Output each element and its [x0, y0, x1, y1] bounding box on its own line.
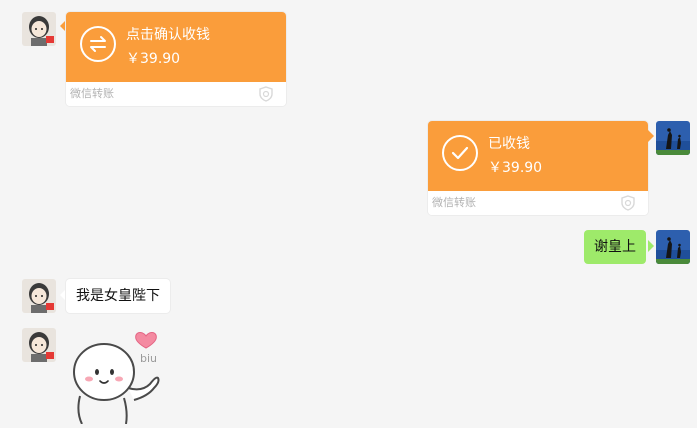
self-avatar[interactable]	[656, 230, 690, 264]
transfer-title: 已收钱	[488, 136, 530, 152]
message-text: 我是女皇陛下	[76, 288, 160, 304]
checkmark-icon	[442, 135, 478, 171]
contact-avatar[interactable]	[22, 328, 56, 362]
transfer-amount: ￥39.90	[488, 160, 543, 176]
transfer-footer-label: 微信转账	[432, 196, 476, 209]
sticker-text: biu	[140, 352, 157, 365]
incoming-message-bubble[interactable]: 我是女皇陛下	[66, 279, 170, 313]
transfer-card-accepted[interactable]: 已收钱 ￥39.90 微信转账	[428, 121, 648, 215]
self-avatar[interactable]	[656, 121, 690, 155]
exchange-arrows-icon	[80, 26, 116, 62]
wechat-pay-shield-icon	[258, 86, 274, 106]
outgoing-message-bubble[interactable]: 谢皇上	[584, 230, 646, 264]
transfer-card-received[interactable]: 点击确认收钱 ￥39.90 微信转账	[66, 12, 286, 106]
message-text: 谢皇上	[594, 239, 636, 255]
contact-avatar[interactable]	[22, 12, 56, 46]
heart-sticker-icon[interactable]: biu	[62, 326, 172, 428]
transfer-footer-label: 微信转账	[70, 87, 114, 100]
contact-avatar[interactable]	[22, 279, 56, 313]
wechat-pay-shield-icon	[620, 195, 636, 215]
transfer-amount: ￥39.90	[126, 51, 181, 67]
transfer-title: 点击确认收钱	[126, 27, 210, 43]
